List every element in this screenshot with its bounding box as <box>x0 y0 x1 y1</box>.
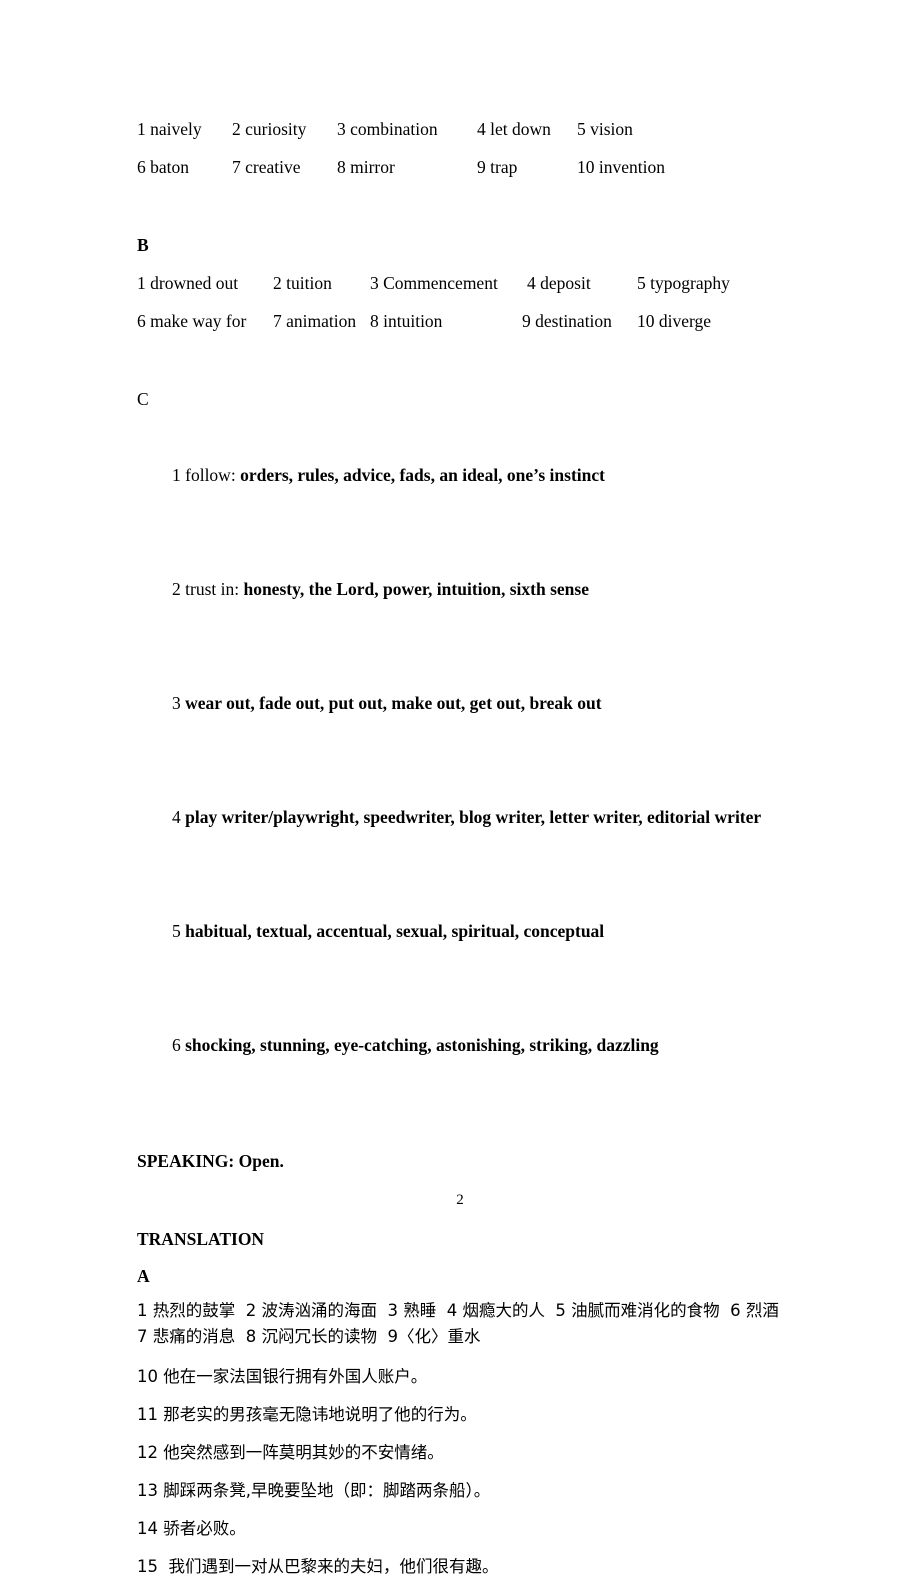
section-c-item: 6 shocking, stunning, eye-catching, asto… <box>137 988 797 1102</box>
document-page: 1 naively 2 curiosity 3 combination 4 le… <box>0 0 920 1576</box>
speaking-heading: SPEAKING: Open. <box>137 1151 284 1171</box>
answer-item: 4 let down <box>477 119 551 139</box>
translation-sentence: 11 那老实的男孩毫无隐讳地说明了他的行为。 <box>137 1405 477 1424</box>
answer-item: 5 vision <box>577 119 633 139</box>
translation-sentence: 13 脚踩两条凳,早晚要坠地（即：脚踏两条船）。 <box>137 1481 491 1500</box>
section-a-answers: 1 naively 2 curiosity 3 combination 4 le… <box>137 110 797 186</box>
translation-vocab-paragraph: 1 热烈的鼓掌 2 波涛汹涌的海面 3 熟睡 4 烟瘾大的人 5 油腻而难消化的… <box>137 1301 790 1346</box>
item-body: orders, rules, advice, fads, an ideal, o… <box>240 465 605 485</box>
translation-sentence: 10 他在一家法国银行拥有外国人账户。 <box>137 1367 428 1386</box>
document-body: 1 naively 2 curiosity 3 combination 4 le… <box>137 110 797 1586</box>
translation-sentence: 14 骄者必败。 <box>137 1519 246 1538</box>
answer-item: 6 make way for <box>137 311 247 331</box>
answer-item: 7 animation <box>273 311 357 331</box>
answer-item: 8 intuition <box>370 311 443 331</box>
answer-item: 4 deposit <box>527 273 591 293</box>
translation-section: TRANSLATION A 1 热烈的鼓掌 2 波涛汹涌的海面 3 熟睡 4 烟… <box>137 1220 797 1586</box>
answer-item: 3 Commencement <box>370 273 498 293</box>
translation-sentence: 15 我们遇到一对从巴黎来的夫妇，他们很有趣。 <box>137 1557 499 1576</box>
item-lead: 3 <box>172 693 186 713</box>
answer-item: 8 mirror <box>337 157 395 177</box>
translation-heading: TRANSLATION <box>137 1229 265 1249</box>
section-b-heading: B <box>137 235 149 255</box>
answer-item: 2 curiosity <box>232 119 307 139</box>
page-number: 2 <box>456 1192 464 1208</box>
answer-item: 5 typography <box>637 273 730 293</box>
answer-item: 3 combination <box>337 119 438 139</box>
answer-item: 10 diverge <box>637 311 712 331</box>
item-body: play writer/playwright, speedwriter, blo… <box>185 807 762 827</box>
item-lead: 4 <box>172 807 186 827</box>
section-a-row: 6 baton 7 creative 8 mirror 9 trap 10 in… <box>137 148 797 186</box>
section-b: B 1 drowned out 2 tuition 3 Commencement… <box>137 226 797 340</box>
answer-item: 7 creative <box>232 157 301 177</box>
item-lead: 5 <box>172 921 186 941</box>
answer-item: 2 tuition <box>273 273 332 293</box>
section-a-row: 1 naively 2 curiosity 3 combination 4 le… <box>137 110 797 148</box>
item-body: honesty, the Lord, power, intuition, six… <box>243 579 589 599</box>
item-lead: 2 trust in: <box>172 579 244 599</box>
item-body: wear out, fade out, put out, make out, g… <box>185 693 602 713</box>
section-c-item: 1 follow: orders, rules, advice, fads, a… <box>137 418 797 532</box>
section-c: C 1 follow: orders, rules, advice, fads,… <box>137 380 797 1102</box>
answer-item: 1 drowned out <box>137 273 239 293</box>
section-c-item: 2 trust in: honesty, the Lord, power, in… <box>137 532 797 646</box>
translation-subheading: A <box>137 1266 150 1286</box>
answer-item: 9 destination <box>522 311 612 331</box>
answer-item: 10 invention <box>577 157 665 177</box>
section-c-item: 4 play writer/playwright, speedwriter, b… <box>137 760 797 874</box>
item-body: habitual, textual, accentual, sexual, sp… <box>185 921 605 941</box>
section-b-row: 6 make way for 7 animation 8 intuition 9… <box>137 302 797 340</box>
answer-item: 1 naively <box>137 119 202 139</box>
item-body: shocking, stunning, eye-catching, astoni… <box>185 1035 659 1055</box>
section-c-item: 3 wear out, fade out, put out, make out,… <box>137 646 797 760</box>
section-c-item: 5 habitual, textual, accentual, sexual, … <box>137 874 797 988</box>
answer-item: 6 baton <box>137 157 190 177</box>
section-b-row: 1 drowned out 2 tuition 3 Commencement 4… <box>137 264 797 302</box>
answer-item: 9 trap <box>477 157 518 177</box>
section-c-heading: C <box>137 389 149 409</box>
item-lead: 1 follow: <box>172 465 241 485</box>
item-lead: 6 <box>172 1035 186 1055</box>
translation-sentence: 12 他突然感到一阵莫明其妙的不安情绪。 <box>137 1443 444 1462</box>
